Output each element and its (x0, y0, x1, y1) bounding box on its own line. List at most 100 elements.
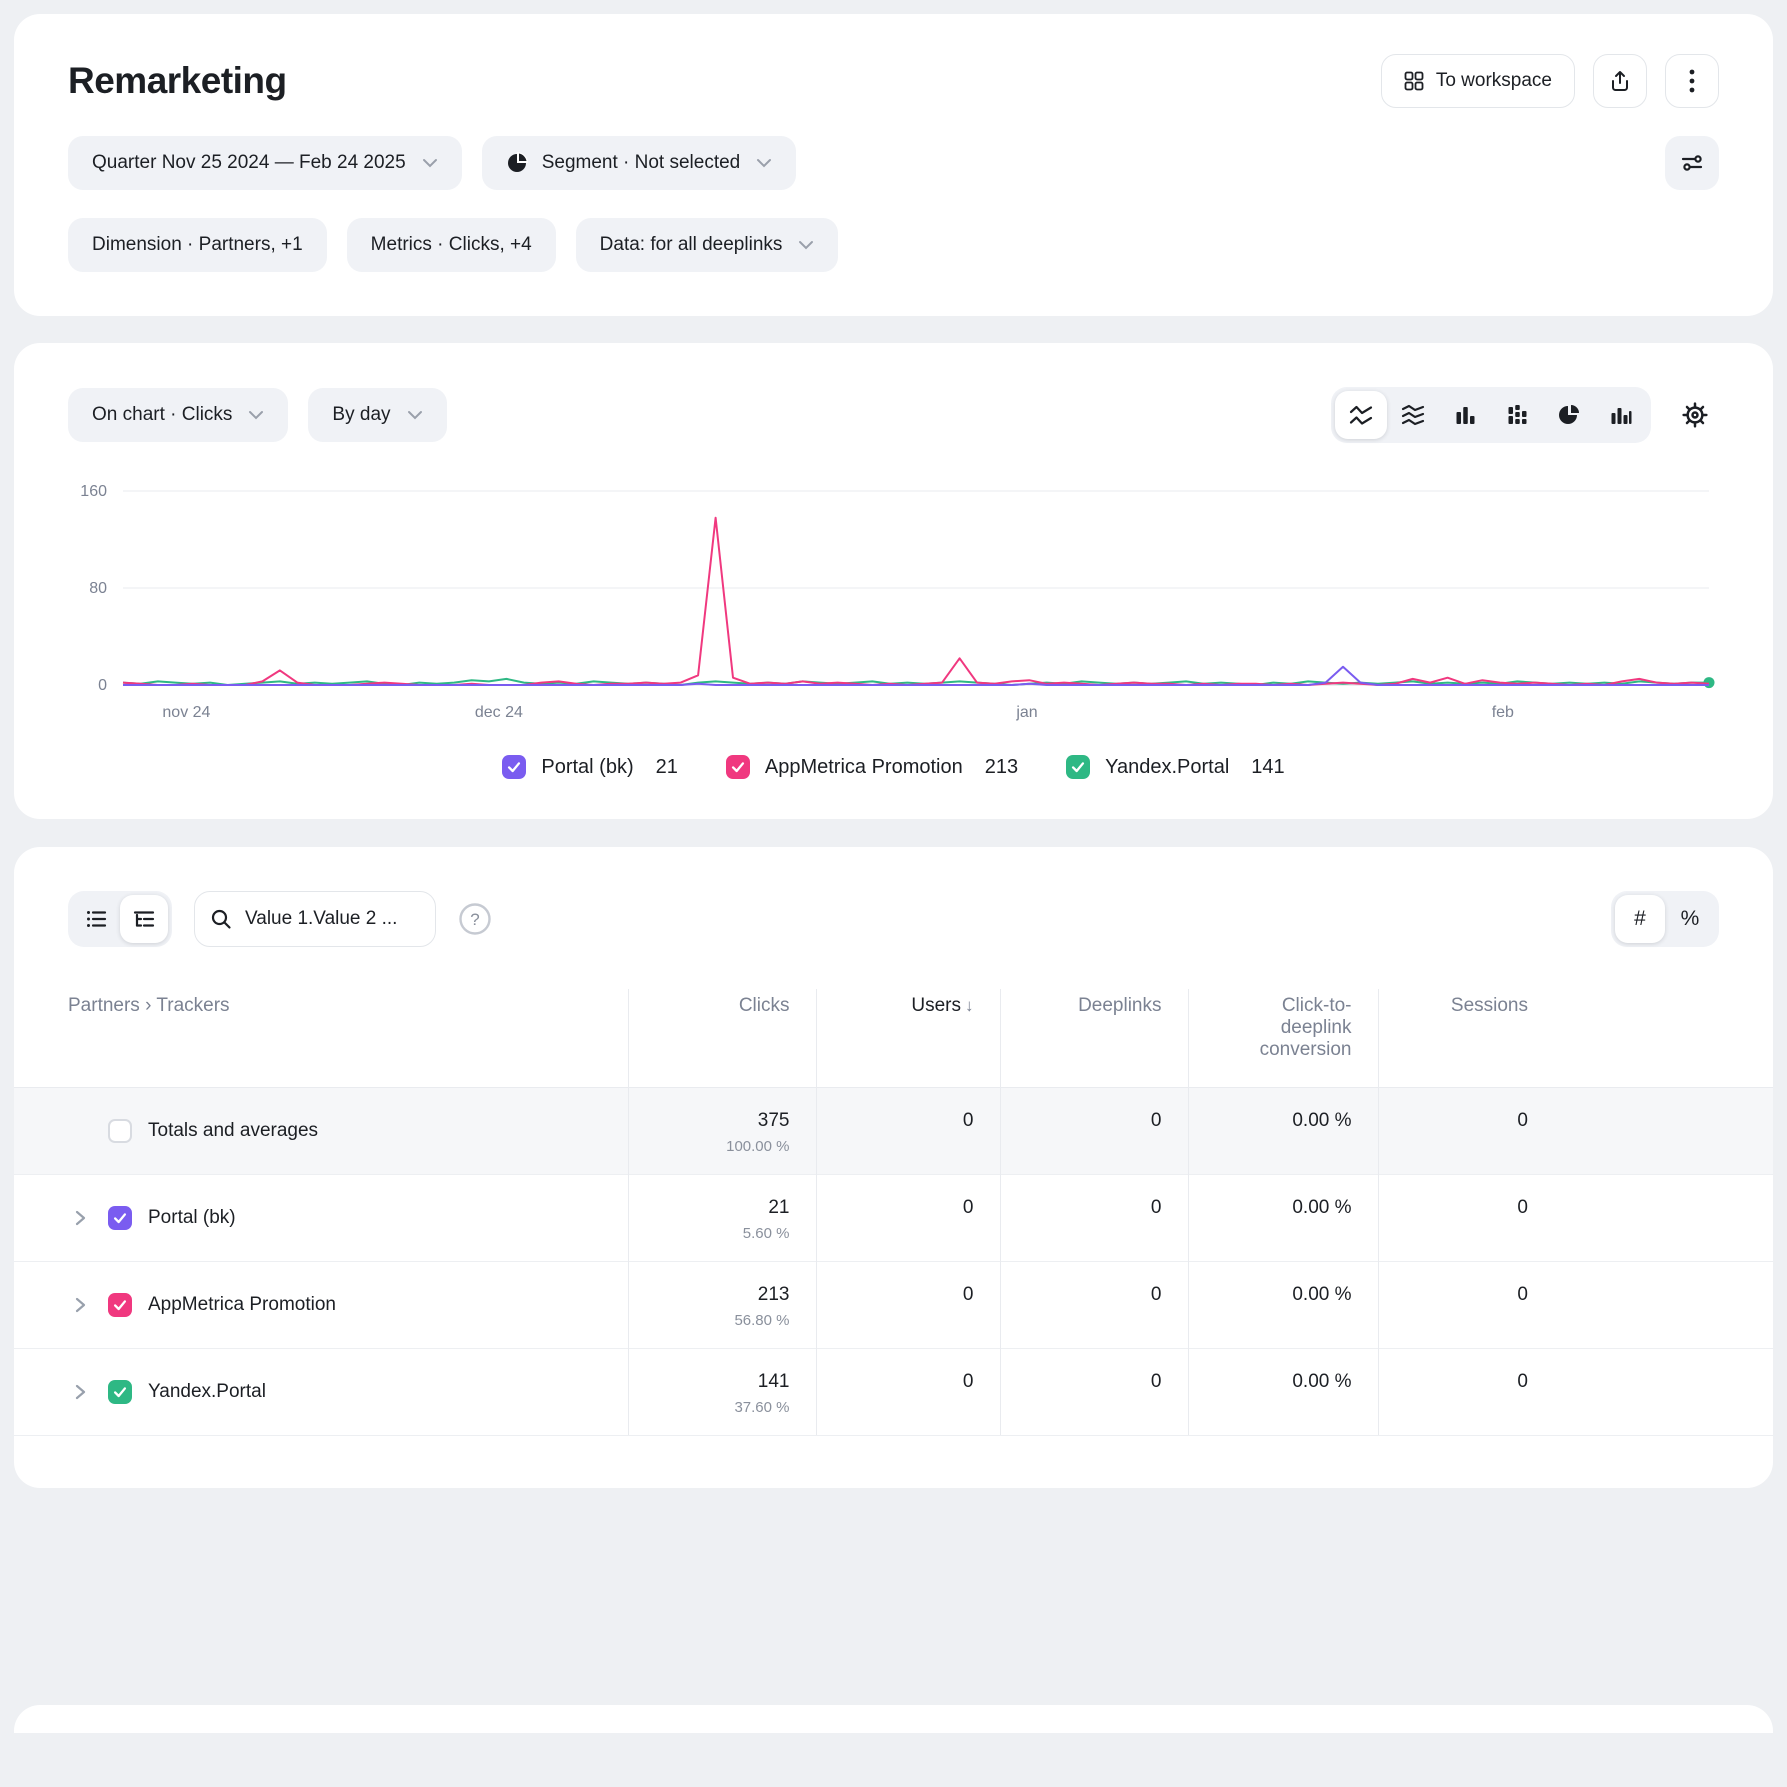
chevron-down-icon (248, 410, 264, 420)
legend-checkbox[interactable] (502, 755, 526, 779)
data-scope-chip[interactable]: Data: for all deeplinks (576, 218, 839, 272)
bar-chart-icon (1453, 403, 1477, 427)
chart-type-histogram-button[interactable] (1595, 391, 1647, 439)
cell-deeplinks: 0 (1000, 1175, 1188, 1262)
next-card-top-edge (14, 1705, 1773, 1733)
pie-chart-icon (1557, 403, 1581, 427)
svg-text:?: ? (470, 910, 479, 929)
column-header-conversion[interactable]: Click-to-deeplink conversion (1188, 989, 1378, 1088)
date-range-label: Quarter Nov 25 2024 — Feb 24 2025 (92, 152, 406, 174)
stacked-area-icon (1401, 403, 1425, 427)
svg-text:160: 160 (80, 483, 107, 500)
chart-legend: Portal (bk) 21 AppMetrica Promotion 213 … (68, 755, 1719, 779)
granularity-chip[interactable]: By day (308, 388, 446, 442)
export-icon (1609, 70, 1631, 92)
legend-label: AppMetrica Promotion (765, 756, 963, 779)
expand-row-button[interactable] (68, 1206, 92, 1230)
page-title: Remarketing (68, 60, 287, 102)
column-header-sessions[interactable]: Sessions (1378, 989, 1773, 1088)
report-settings-button[interactable] (1665, 136, 1719, 190)
clicks-by-day-chart: 080160nov 24dec 24janfeb (68, 477, 1719, 729)
cell-deeplinks: 0 (1000, 1349, 1188, 1436)
cell-users: 0 (816, 1262, 1000, 1349)
cell-clicks: 21 5.60 % (628, 1175, 816, 1262)
to-workspace-button[interactable]: To workspace (1381, 54, 1575, 108)
segment-pie-icon (506, 152, 528, 174)
stacked-bar-chart-icon (1505, 403, 1529, 427)
workspace-grid-icon (1404, 71, 1424, 91)
hash-icon: # (1634, 907, 1646, 931)
totals-checkbox[interactable] (108, 1119, 132, 1143)
help-button[interactable]: ? (458, 902, 492, 936)
series-line-appmetrica-promotion (123, 518, 1709, 685)
legend-item-appmetrica-promotion[interactable]: AppMetrica Promotion 213 (726, 755, 1018, 779)
row-checkbox[interactable] (108, 1293, 132, 1317)
cell-sessions: 0 (1378, 1262, 1773, 1349)
format-number-button[interactable]: # (1615, 895, 1665, 943)
chevron-down-icon (407, 410, 423, 420)
format-percent-button[interactable]: % (1665, 895, 1715, 943)
cell-users: 0 (816, 1349, 1000, 1436)
date-range-chip[interactable]: Quarter Nov 25 2024 — Feb 24 2025 (68, 136, 462, 190)
table-row-portal-bk: Portal (bk) 21 5.60 % 0 0 0.00 % 0 (14, 1175, 1773, 1262)
chevron-down-icon (798, 240, 814, 250)
metrics-chip[interactable]: Metrics · Clicks, +4 (347, 218, 556, 272)
kebab-icon (1689, 69, 1695, 93)
flat-list-icon (84, 907, 108, 931)
svg-text:feb: feb (1492, 704, 1514, 721)
value-format-switcher: # % (1611, 891, 1719, 947)
flat-list-view-button[interactable] (72, 895, 120, 943)
legend-item-yandex-portal[interactable]: Yandex.Portal 141 (1066, 755, 1285, 779)
table-row-appmetrica-promotion: AppMetrica Promotion 213 56.80 % 0 0 0.0… (14, 1262, 1773, 1349)
chart-type-line-button[interactable] (1335, 391, 1387, 439)
percent-icon: % (1681, 907, 1700, 931)
export-button[interactable] (1593, 54, 1647, 108)
cell-conversion: 0.00 % (1188, 1088, 1378, 1175)
table-row-yandex-portal: Yandex.Portal 141 37.60 % 0 0 0.00 % 0 (14, 1349, 1773, 1436)
chart-type-stacked-area-button[interactable] (1387, 391, 1439, 439)
column-header-deeplinks[interactable]: Deeplinks (1000, 989, 1188, 1088)
row-checkbox[interactable] (108, 1206, 132, 1230)
legend-checkbox[interactable] (1066, 755, 1090, 779)
svg-text:nov 24: nov 24 (162, 704, 210, 721)
column-header-users[interactable]: Users↓ (816, 989, 1000, 1088)
segment-label: Segment · Not selected (542, 152, 741, 174)
expand-row-button[interactable] (68, 1293, 92, 1317)
gear-icon (1682, 402, 1708, 428)
legend-value: 213 (985, 756, 1018, 779)
expand-row-button[interactable] (68, 1380, 92, 1404)
on-chart-metric-label: On chart · Clicks (92, 404, 232, 426)
search-icon (210, 891, 232, 947)
legend-label: Yandex.Portal (1105, 756, 1229, 779)
svg-text:jan: jan (1015, 704, 1037, 721)
legend-value: 21 (656, 756, 678, 779)
dimension-chip[interactable]: Dimension · Partners, +1 (68, 218, 327, 272)
chart-settings-button[interactable] (1671, 391, 1719, 439)
on-chart-metric-chip[interactable]: On chart · Clicks (68, 388, 288, 442)
segment-chip[interactable]: Segment · Not selected (482, 136, 797, 190)
legend-item-portal-bk[interactable]: Portal (bk) 21 (502, 755, 678, 779)
row-checkbox[interactable] (108, 1380, 132, 1404)
svg-text:0: 0 (98, 677, 107, 694)
sliders-icon (1680, 151, 1704, 175)
chart-type-pie-button[interactable] (1543, 391, 1595, 439)
cell-clicks: 375 100.00 % (628, 1088, 816, 1175)
chart-type-stacked-bars-button[interactable] (1491, 391, 1543, 439)
dimension-label: Dimension · Partners, +1 (92, 234, 303, 256)
line-chart-icon (1349, 403, 1373, 427)
chevron-down-icon (756, 158, 772, 168)
to-workspace-label: To workspace (1436, 70, 1552, 92)
legend-checkbox[interactable] (726, 755, 750, 779)
more-menu-button[interactable] (1665, 54, 1719, 108)
cell-clicks: 213 56.80 % (628, 1262, 816, 1349)
column-header-clicks[interactable]: Clicks (628, 989, 816, 1088)
chart-type-bars-button[interactable] (1439, 391, 1491, 439)
column-header-dimension[interactable]: Partners › Trackers (14, 989, 628, 1088)
tree-list-view-button[interactable] (120, 895, 168, 943)
cell-sessions: 0 (1378, 1088, 1773, 1175)
chart-type-switcher (1331, 387, 1651, 443)
data-scope-label: Data: for all deeplinks (600, 234, 783, 256)
cell-conversion: 0.00 % (1188, 1349, 1378, 1436)
table-view-switcher (68, 891, 172, 947)
cell-sessions: 0 (1378, 1175, 1773, 1262)
